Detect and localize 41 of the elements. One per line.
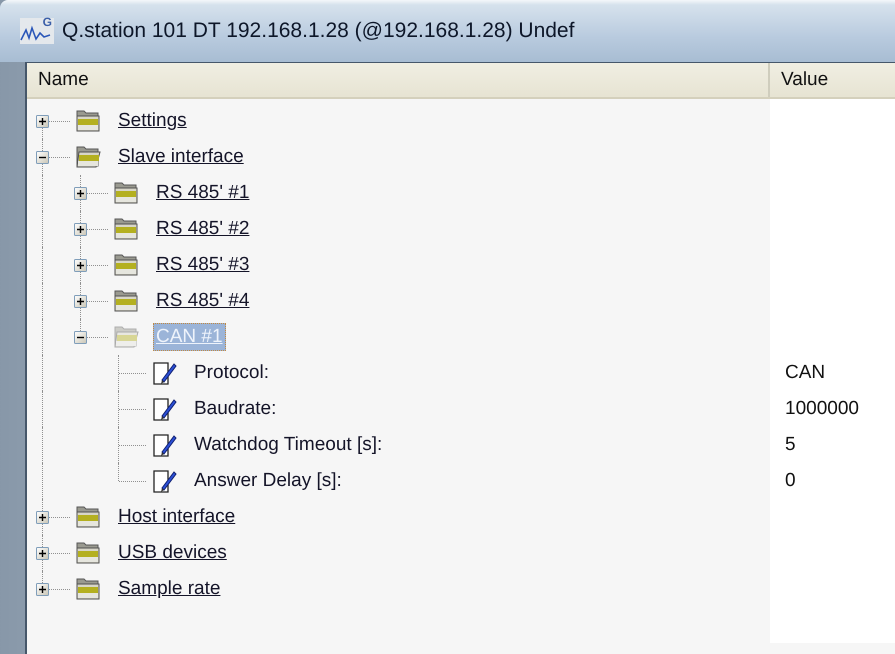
tree-item[interactable]: Sample rate (115, 575, 224, 603)
expand-icon[interactable] (36, 547, 49, 560)
tree-item[interactable]: Host interface (115, 503, 238, 531)
tree-item[interactable]: RS 485' #1 (153, 179, 252, 207)
folder-icon (74, 576, 102, 602)
tree-item[interactable]: RS 485' #3 (153, 251, 252, 279)
tree-item[interactable]: Baudrate: (191, 395, 280, 423)
expand-icon[interactable] (36, 115, 49, 128)
folder-icon (112, 252, 140, 278)
folder-icon (74, 540, 102, 566)
tree-item[interactable]: Watchdog Timeout [s]: (191, 431, 386, 459)
folder-icon (112, 180, 140, 206)
tree-item[interactable]: RS 485' #2 (153, 215, 252, 243)
tree-item[interactable]: Settings (115, 107, 190, 135)
collapse-icon[interactable] (36, 151, 49, 164)
folder-icon (74, 108, 102, 134)
value-text: 0 (785, 470, 796, 492)
value-text: CAN (785, 362, 826, 384)
collapse-icon[interactable] (74, 331, 87, 344)
expand-icon[interactable] (36, 511, 49, 524)
tree-item[interactable]: Answer Delay [s]: (191, 467, 345, 495)
value-text: 1000000 (785, 398, 859, 420)
expand-icon[interactable] (74, 187, 87, 200)
app-logo-icon: G (20, 18, 54, 44)
column-header[interactable]: Name (27, 63, 768, 97)
window-title: Q.station 101 DT 192.168.1.28 (@192.168.1.28) Undef (62, 19, 574, 43)
value-text: 5 (785, 434, 796, 456)
folder-icon (74, 504, 102, 530)
column-header[interactable]: Value (768, 63, 895, 97)
expand-icon[interactable] (74, 295, 87, 308)
folder-icon (112, 324, 140, 350)
tree-item[interactable]: USB devices (115, 539, 230, 567)
tree-item[interactable]: Protocol: (191, 359, 272, 387)
folder-icon (112, 216, 140, 242)
folder-icon (74, 144, 102, 170)
expand-icon[interactable] (36, 583, 49, 596)
tree-item[interactable]: Slave interface (115, 143, 247, 171)
expand-icon[interactable] (74, 223, 87, 236)
folder-icon (112, 288, 140, 314)
expand-icon[interactable] (74, 259, 87, 272)
tree-item[interactable]: RS 485' #4 (153, 287, 252, 315)
